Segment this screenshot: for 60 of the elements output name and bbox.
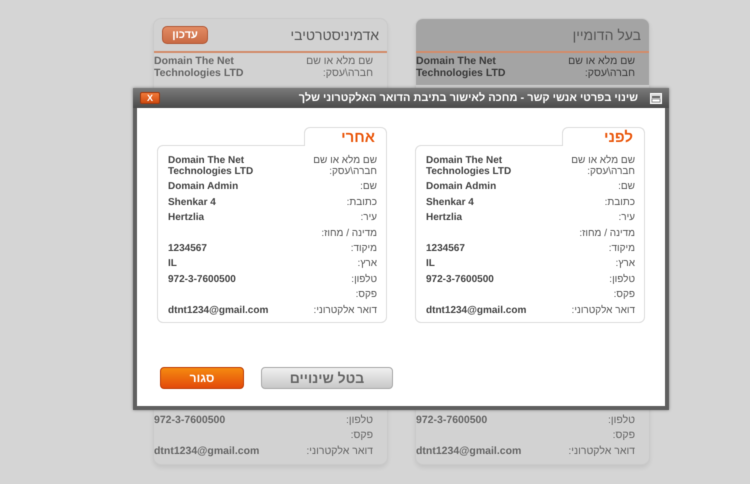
field-value: dtnt1234@gmail.com (416, 444, 522, 456)
field-label: דואר אלקטרוני: (567, 444, 635, 456)
field-value: 1234567 (168, 242, 208, 254)
field-label: טלפון: (350, 274, 377, 285)
field-label: פקס: (612, 289, 635, 300)
field-label: פקס: (612, 429, 635, 441)
field-value: Domain The Net Technologies LTD (168, 155, 254, 177)
field-value: 972-3-7600500 (154, 414, 226, 426)
field-value: 972-3-7600500 (416, 414, 488, 426)
field-label: עיר: (359, 212, 377, 224)
update-button[interactable]: עדכון (162, 26, 208, 44)
field-label: כתובת: (604, 196, 635, 208)
field-value: Hertzlia (426, 212, 464, 224)
field-label: שם: (359, 181, 377, 192)
field-value: dtnt1234@gmail.com (168, 304, 270, 316)
field-value: Shenkar 4 (168, 196, 217, 208)
field-label: דואר אלקטרוני: (570, 304, 635, 316)
field-label: שם מלא או שם חברה\עסק: (305, 55, 373, 79)
field-value: Domain Admin (168, 181, 240, 192)
field-label: פקס: (350, 429, 373, 441)
field-label: כתובת: (346, 196, 377, 208)
card-title: אדמיניסטרטיבי (290, 27, 379, 43)
cancel-changes-button[interactable]: בטל שינויים (261, 367, 393, 389)
card-title: בעל הדומיין (572, 27, 641, 43)
field-value: dtnt1234@gmail.com (426, 304, 528, 316)
field-label: דואר אלקטרוני: (312, 304, 377, 316)
field-label: ארץ: (614, 258, 635, 270)
field-value: IL (168, 258, 178, 270)
field-value: Domain The Net Technologies LTD (154, 55, 244, 79)
field-label: ארץ: (356, 258, 377, 270)
close-button[interactable]: X (140, 92, 160, 104)
field-value: 972-3-7600500 (168, 274, 237, 285)
field-label: טלפון: (607, 414, 635, 426)
field-value: Domain Admin (426, 181, 498, 192)
field-label: שם מלא או שם חברה\עסק: (570, 155, 635, 177)
field-label: דואר אלקטרוני: (305, 444, 373, 456)
dialog-title: שינוי בפרטי אנשי קשר - מחכה לאישור בתיבת הדואר האלקטרוני שלך (298, 92, 638, 104)
field-value: Domain The Net Technologies LTD (426, 155, 512, 177)
field-label: מיקוד: (350, 242, 377, 254)
field-label: עיר: (617, 212, 635, 224)
panel-tab-label: לפני (562, 127, 645, 146)
field-value: dtnt1234@gmail.com (154, 444, 260, 456)
field-label: שם: (617, 181, 635, 192)
window-icon (650, 92, 662, 104)
field-label: מיקוד: (608, 242, 635, 254)
field-value: IL (426, 258, 436, 270)
field-label: שם מלא או שם חברה\עסק: (312, 155, 377, 177)
field-label: מדינה / מחוז: (578, 228, 635, 239)
field-label: שם מלא או שם חברה\עסק: (567, 55, 635, 79)
field-value: Shenkar 4 (426, 196, 475, 208)
field-value: Domain The Net Technologies LTD (416, 55, 506, 79)
field-value: Hertzlia (168, 212, 206, 224)
field-value: 972-3-7600500 (426, 274, 495, 285)
field-label: פקס: (354, 289, 377, 300)
close-button[interactable]: סגור (160, 367, 244, 389)
panel-tab-label: אחרי (304, 127, 387, 146)
field-label: טלפון: (345, 414, 373, 426)
field-label: מדינה / מחוז: (320, 228, 377, 239)
field-label: טלפון: (608, 274, 635, 285)
field-value: 1234567 (426, 242, 466, 254)
